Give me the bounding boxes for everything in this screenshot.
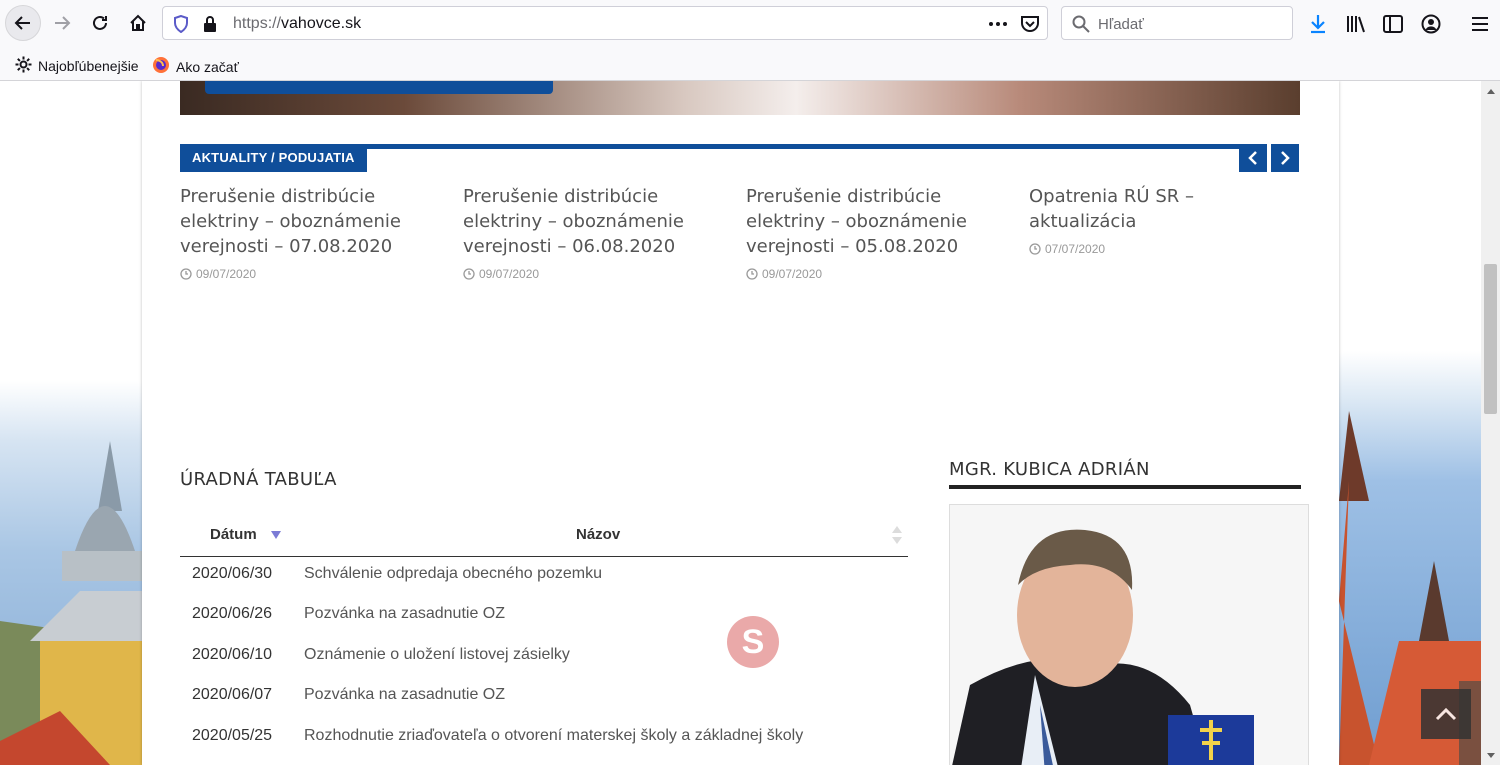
news-title[interactable]: Prerušenie distribúcie elektriny – obozn… [463, 184, 728, 259]
bookmark-getting-started[interactable]: Ako začať [152, 56, 239, 77]
search-icon [1071, 14, 1091, 34]
reload-button[interactable] [82, 5, 118, 41]
home-icon [130, 14, 146, 31]
row-date: 2020/06/10 [192, 646, 273, 663]
column-header-date[interactable]: Dátum [210, 526, 281, 543]
download-icon[interactable] [1306, 12, 1330, 36]
account-icon[interactable] [1419, 12, 1443, 36]
news-title[interactable]: Prerušenie distribúcie elektriny – obozn… [180, 184, 445, 259]
mayor-title-underline [949, 485, 1301, 489]
bookmark-most-visited[interactable]: Najobľúbenejšie [15, 56, 139, 76]
table-row[interactable]: 2020/06/07 Pozvánka na zasadnutie OZ [180, 678, 908, 718]
address-bar[interactable]: https://vahovce.sk [162, 6, 1048, 40]
board-table-header: Dátum Názov [180, 513, 908, 557]
news-date: 09/07/2020 [746, 267, 1011, 281]
mayor-title: MGR. KUBICA ADRIÁN [949, 459, 1150, 480]
search-placeholder: Hľadať [1098, 16, 1144, 33]
row-date: 2020/05/25 [192, 727, 273, 744]
browser-toolbar: https://vahovce.sk Hľadať [0, 0, 1500, 50]
url-text[interactable]: https://vahovce.sk [233, 15, 361, 33]
page-scrollbar[interactable] [1481, 81, 1500, 765]
chevron-left-icon [1248, 151, 1257, 165]
board-title: ÚRADNÁ TABUĽA [180, 469, 337, 490]
news-header: AKTUALITY / PODUJATIA [180, 144, 1300, 172]
row-name[interactable]: Schválenie odpredaja obecného pozemku [304, 565, 602, 583]
gear-icon [15, 56, 32, 76]
news-item[interactable]: Prerušenie distribúcie elektriny – obozn… [746, 184, 1011, 281]
back-button[interactable] [5, 5, 41, 41]
scroll-thumb[interactable] [1484, 264, 1497, 414]
reload-icon [93, 15, 107, 30]
row-date: 2020/06/26 [192, 605, 273, 622]
clock-icon [1029, 243, 1041, 255]
news-prev-button[interactable] [1239, 144, 1267, 172]
row-name[interactable]: Pozvánka na zasadnutie OZ [304, 605, 505, 623]
chevron-right-icon [1281, 151, 1290, 165]
row-date: 2020/06/07 [192, 686, 273, 703]
sort-desc-icon [270, 531, 281, 539]
watermark-logo: S [727, 616, 779, 668]
search-box[interactable]: Hľadať [1061, 6, 1293, 40]
news-item[interactable]: Opatrenia RÚ SR – aktualizácia 07/07/202… [1029, 184, 1294, 256]
portrait-illustration [950, 505, 1308, 765]
row-name[interactable]: Pozvánka na zasadnutie OZ [304, 686, 505, 704]
pocket-icon[interactable] [1019, 13, 1041, 35]
row-name[interactable]: Oznámenie o uložení listovej zásielky [304, 646, 570, 664]
table-row[interactable]: 2020/05/25 Rozhodnutie zriaďovateľa o ot… [180, 719, 908, 759]
news-next-button[interactable] [1271, 144, 1299, 172]
hero-button[interactable] [205, 81, 553, 94]
table-row[interactable]: 2020/06/26 Pozvánka na zasadnutie OZ [180, 597, 908, 637]
hero-image [180, 81, 1300, 115]
background-photo-left [0, 81, 142, 765]
page-content: AKTUALITY / PODUJATIA Prerušenie distrib… [142, 81, 1339, 765]
row-date: 2020/06/30 [192, 565, 273, 582]
home-button[interactable] [120, 5, 156, 41]
column-header-name[interactable]: Názov [576, 526, 620, 543]
page-viewport: AKTUALITY / PODUJATIA Prerušenie distrib… [0, 81, 1500, 765]
news-title[interactable]: Opatrenia RÚ SR – aktualizácia [1029, 184, 1294, 234]
library-icon[interactable] [1344, 12, 1368, 36]
more-actions-icon[interactable] [987, 13, 1009, 35]
news-date: 09/07/2020 [180, 267, 445, 281]
bookmarks-bar: Najobľúbenejšie Ako začať [0, 50, 1500, 81]
table-row[interactable]: 2020/06/10 Oznámenie o uložení listovej … [180, 638, 908, 678]
table-row[interactable]: 2020/06/30 Schválenie odpredaja obecného… [180, 557, 908, 597]
news-item[interactable]: Prerušenie distribúcie elektriny – obozn… [180, 184, 445, 281]
background-photo-right [1339, 81, 1500, 765]
scroll-up-arrow[interactable] [1481, 83, 1500, 99]
firefox-icon [152, 56, 170, 77]
forward-button[interactable] [44, 5, 80, 41]
news-date: 07/07/2020 [1029, 242, 1294, 256]
clock-icon [746, 268, 758, 280]
arrow-right-icon [55, 16, 71, 30]
mayor-photo [949, 504, 1309, 765]
news-section-label: AKTUALITY / PODUJATIA [180, 144, 367, 172]
clock-icon [180, 268, 192, 280]
tracking-shield-icon[interactable] [171, 14, 191, 34]
lock-icon[interactable] [201, 14, 219, 34]
sort-both-icon[interactable] [892, 526, 902, 544]
news-title[interactable]: Prerušenie distribúcie elektriny – obozn… [746, 184, 1011, 259]
row-name[interactable]: Rozhodnutie zriaďovateľa o otvorení mate… [304, 727, 803, 745]
chevron-up-icon [1435, 707, 1457, 721]
clock-icon [463, 268, 475, 280]
sidebar-icon[interactable] [1381, 12, 1405, 36]
news-date: 09/07/2020 [463, 267, 728, 281]
scroll-down-arrow[interactable] [1481, 747, 1500, 763]
news-item[interactable]: Prerušenie distribúcie elektriny – obozn… [463, 184, 728, 281]
menu-icon[interactable] [1468, 12, 1492, 36]
scroll-to-top-button[interactable] [1421, 689, 1471, 739]
arrow-left-icon [14, 16, 30, 30]
church-tower-illustration [0, 441, 142, 765]
castle-roof-illustration [1339, 411, 1500, 765]
